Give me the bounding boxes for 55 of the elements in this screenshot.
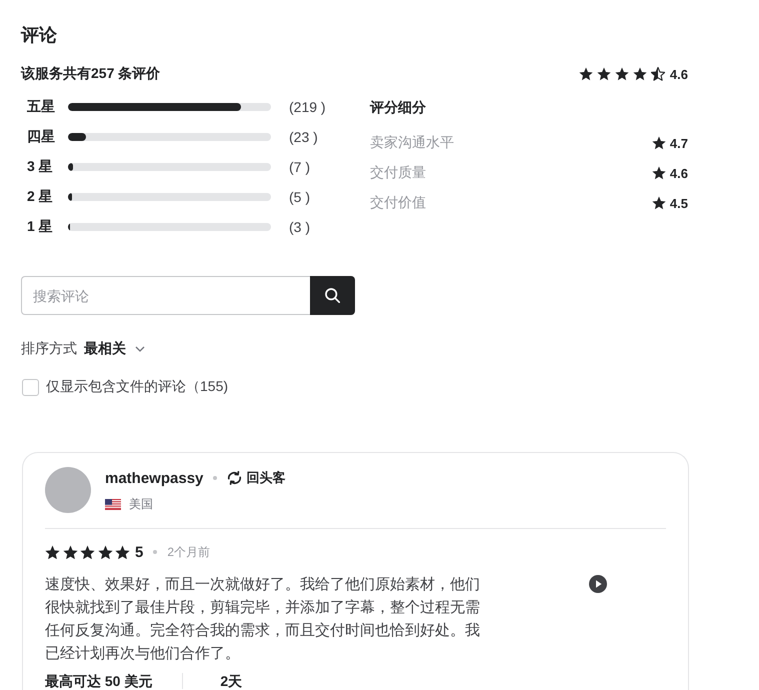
breakdown-title: 评分细分 <box>370 98 426 117</box>
sort-dropdown[interactable]: 最相关 <box>84 340 145 358</box>
review-text: 速度快、效果好，而且一次就做好了。我给了他们原始素材，他们很快就找到了最佳片段，剪辑完毕，并添加了字幕，整个过程无需任何反复沟通。完全符合我的需求，而且交付时间也恰到好处。我已经计划再次与他们合作了。 <box>45 575 481 664</box>
section-title: 评论 <box>21 24 57 47</box>
overall-rating: 4.6 <box>670 66 688 82</box>
repeat-icon <box>227 471 242 485</box>
review-count: (5 ) <box>289 189 310 205</box>
review-total-heading: 该服务共有257 条评价 <box>21 65 160 83</box>
star-level-label: 3 星 <box>26 158 54 176</box>
category-rating: 4.6 <box>670 166 688 180</box>
rating-category-label: 卖家沟通水平 <box>370 134 454 152</box>
checkbox[interactable] <box>22 378 39 396</box>
half-star-icon <box>650 67 665 81</box>
review-rating: 5 <box>135 544 144 560</box>
star-icon <box>596 67 611 81</box>
star-icon <box>578 67 593 81</box>
price-label: 最高可达 50 美元 <box>45 673 152 689</box>
chevron-down-icon <box>135 346 145 352</box>
review-count: (3 ) <box>289 219 310 235</box>
search-field[interactable]: 搜索评论 <box>21 276 310 315</box>
star-icon <box>652 166 666 180</box>
play-icon[interactable] <box>588 575 606 593</box>
star-level-label: 1 星 <box>26 218 54 236</box>
review-count: (219 ) <box>289 99 326 115</box>
category-rating: 4.5 <box>670 196 688 210</box>
sort-label: 排序方式 <box>21 340 77 358</box>
dot-icon <box>213 476 218 480</box>
star-icon <box>80 544 95 560</box>
review-time: 2个月前 <box>167 544 210 560</box>
flag-icon <box>105 498 121 510</box>
star-icon <box>652 136 666 150</box>
star-icon <box>652 196 666 210</box>
rating-category-label: 交付质量 <box>370 164 426 182</box>
repeat-client-label: 回头客 <box>246 469 286 487</box>
review-count: (23 ) <box>289 129 318 145</box>
star-icon <box>115 544 130 560</box>
star-level-label: 五星 <box>26 98 56 116</box>
rating-category-label: 交付价值 <box>370 194 426 212</box>
country-label: 美国 <box>129 496 153 512</box>
star-level-label: 2 星 <box>26 188 54 206</box>
star-icon <box>632 67 647 81</box>
search-icon <box>325 288 340 303</box>
filter-label[interactable]: 仅显示包含文件的评论（155) <box>46 378 228 396</box>
dot-icon <box>153 550 158 554</box>
star-icon <box>62 544 78 560</box>
avatar <box>45 467 91 513</box>
star-icon <box>45 544 60 560</box>
category-rating: 4.7 <box>670 136 688 150</box>
duration-label: 2天 <box>220 673 242 689</box>
review-count: (7 ) <box>289 159 310 175</box>
username: mathewpassy <box>105 470 204 486</box>
star-icon <box>614 67 629 81</box>
search-button[interactable] <box>310 276 355 315</box>
star-level-label: 四星 <box>26 128 56 146</box>
star-icon <box>98 544 112 560</box>
